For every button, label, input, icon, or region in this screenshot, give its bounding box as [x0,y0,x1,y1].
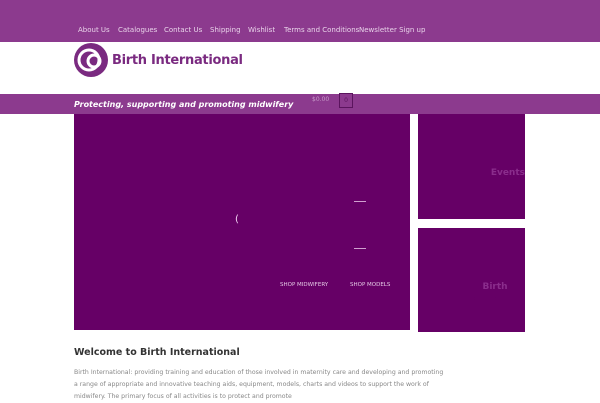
nav-newsletter[interactable]: Newsletter Sign up [359,26,425,34]
cart-total[interactable]: $0.00 [312,96,329,103]
logo-icon [74,43,108,77]
welcome-title: Welcome to Birth International [74,347,240,358]
divider [354,201,366,202]
shop-models-link[interactable]: SHOP MODELS [350,282,390,288]
nav-contact-us[interactable]: Contact Us [164,26,202,34]
equipment-label: Birth Equipment [465,281,525,305]
events-label: Events [490,168,525,178]
equipment-line2: Equipment [467,294,523,304]
logo-text: Birth International [112,52,243,68]
equipment-line1: Birth [482,282,508,292]
top-nav: About Us Catalogues Contact Us Shipping … [0,0,600,42]
hero-banner[interactable]: ( SHOP MIDWIFERY SHOP MODELS [74,114,410,330]
hero-paren: ( [235,214,239,225]
nav-catalogues[interactable]: Catalogues [118,26,157,34]
welcome-body: Birth International: providing training … [74,369,444,400]
logo[interactable]: Birth International [73,42,243,78]
nav-wishlist[interactable]: Wishlist [248,26,275,34]
nav-about-us[interactable]: About Us [78,26,110,34]
divider [354,248,366,249]
cart-bag-icon[interactable]: 0 [339,93,353,108]
shop-midwifery-link[interactable]: SHOP MIDWIFERY [280,282,328,288]
nav-terms[interactable]: Terms and Conditions [284,26,359,34]
events-tile[interactable]: Events [418,114,525,219]
tagline: Protecting, supporting and promoting mid… [74,100,294,109]
equipment-tile[interactable]: Birth Equipment [418,228,525,332]
nav-shipping[interactable]: Shipping [210,26,241,34]
